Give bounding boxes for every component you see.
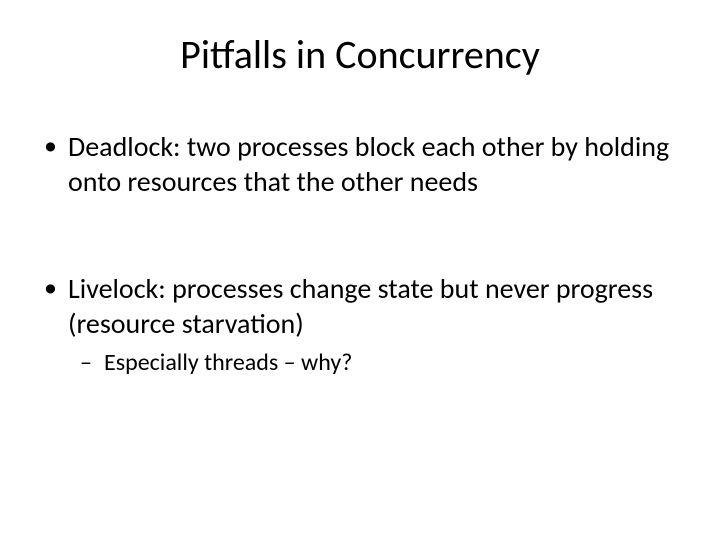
sub-bullet-list: Especially threads – why? <box>68 347 680 378</box>
sub-bullet-item: Especially threads – why? <box>76 347 680 378</box>
slide: Pitfalls in Concurrency Deadlock: two pr… <box>0 0 720 540</box>
bullet-text: Deadlock: two processes block each other… <box>68 129 669 199</box>
bullet-text: Livelock: processes change state but nev… <box>68 271 653 341</box>
bullet-item: Deadlock: two processes block each other… <box>40 129 680 199</box>
spacer <box>40 199 680 271</box>
bullet-item: Livelock: processes change state but nev… <box>40 271 680 378</box>
bullet-list: Livelock: processes change state but nev… <box>40 271 680 378</box>
slide-title: Pitfalls in Concurrency <box>40 30 680 79</box>
bullet-list: Deadlock: two processes block each other… <box>40 129 680 199</box>
sub-bullet-text: Especially threads – why? <box>104 348 352 377</box>
